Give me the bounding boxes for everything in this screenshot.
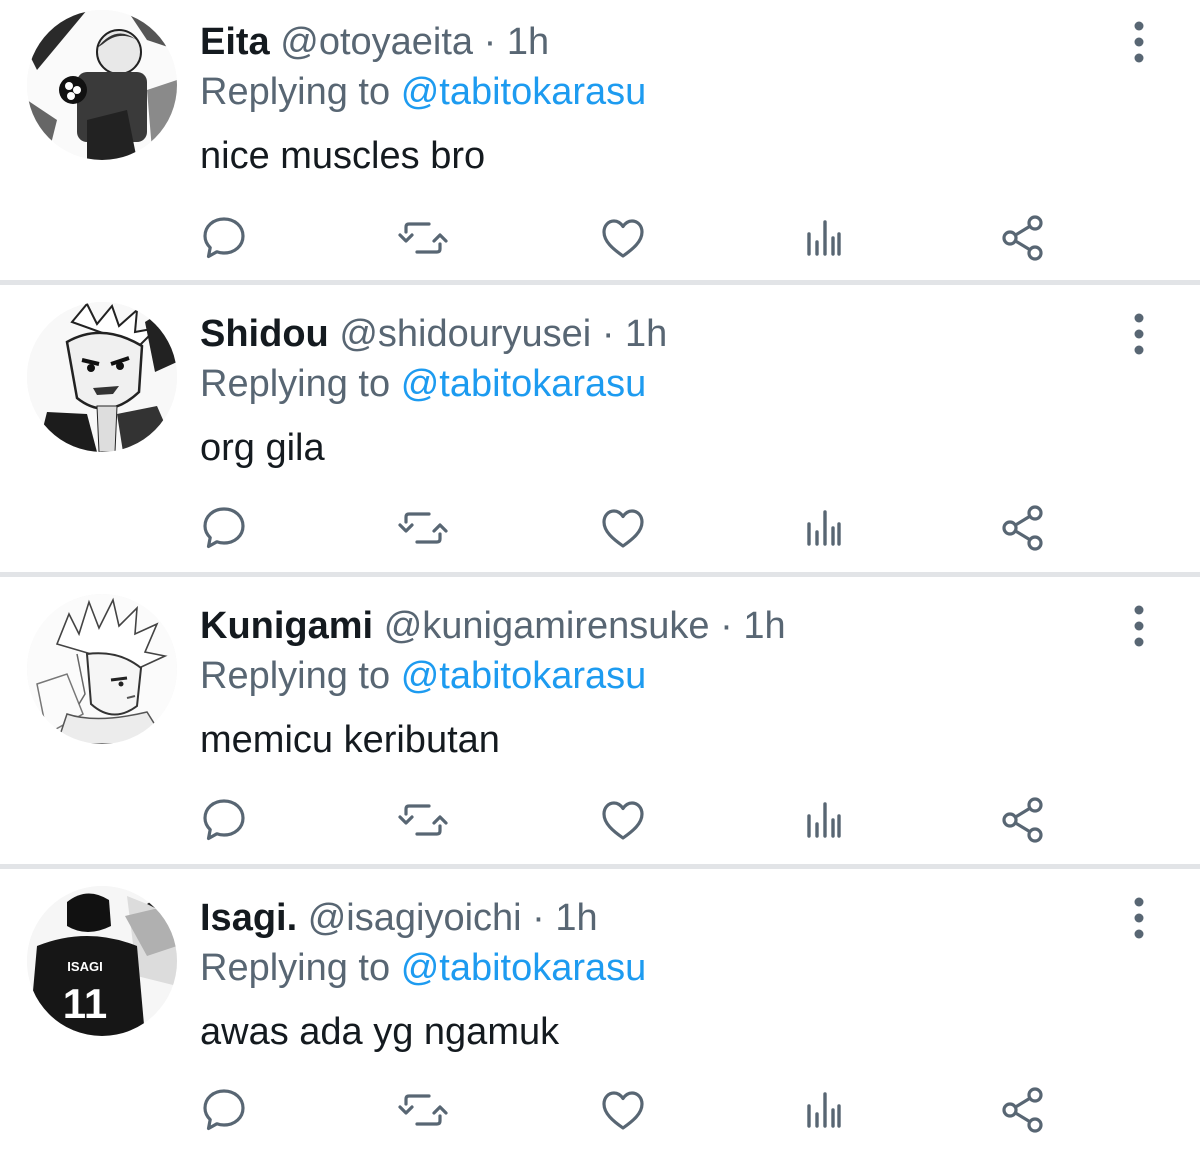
avatar-manga-illustration <box>27 10 177 160</box>
reply-button[interactable] <box>194 790 254 850</box>
more-options-button[interactable] <box>1124 17 1154 67</box>
reply-text: nice muscles bro <box>200 135 486 177</box>
retweet-button[interactable] <box>393 790 453 850</box>
views-button[interactable] <box>793 208 853 268</box>
bar-chart-icon <box>807 1092 841 1128</box>
replying-to-label: Replying to <box>200 71 391 113</box>
more-options-button[interactable] <box>1124 893 1154 943</box>
replying-to-label: Replying to <box>200 947 391 989</box>
mention-link[interactable]: @tabitokarasu <box>401 947 647 989</box>
retweet-button[interactable] <box>393 1080 453 1140</box>
more-options-button[interactable] <box>1124 309 1154 359</box>
reply-item[interactable]: Kunigami @kunigamirensuke · 1h Replying … <box>0 577 1200 864</box>
share-button[interactable] <box>993 498 1053 558</box>
more-options-button[interactable] <box>1124 601 1154 651</box>
display-name[interactable]: Isagi. <box>200 897 297 939</box>
timestamp[interactable]: 1h <box>625 313 667 355</box>
mention-link[interactable]: @tabitokarasu <box>401 71 647 113</box>
separator-dot: · <box>532 897 545 939</box>
reply-button[interactable] <box>194 1080 254 1140</box>
reply-item[interactable]: ISAGI 11 Isagi. @isagiyoichi · 1h Replyi… <box>0 869 1200 1151</box>
timestamp[interactable]: 1h <box>555 897 597 939</box>
reply-button[interactable] <box>194 498 254 558</box>
separator-dot: · <box>720 605 733 647</box>
reply-header: Shidou @shidouryusei · 1h <box>200 309 667 359</box>
reply-icon <box>203 217 245 259</box>
separator-dot: · <box>601 313 615 355</box>
more-vertical-icon <box>1134 313 1144 355</box>
share-button[interactable] <box>993 790 1053 850</box>
avatar-manga-illustration <box>27 594 177 744</box>
retweet-icon <box>398 804 448 836</box>
heart-icon <box>602 509 644 548</box>
user-handle[interactable]: @kunigamirensuke <box>384 605 710 647</box>
heart-icon <box>602 801 644 840</box>
replying-to-label: Replying to <box>200 363 391 405</box>
avatar[interactable] <box>27 302 177 452</box>
share-icon <box>1002 797 1043 843</box>
retweet-icon <box>398 222 448 254</box>
like-button[interactable] <box>593 498 653 558</box>
avatar-manga-illustration <box>27 302 177 452</box>
like-button[interactable] <box>593 1080 653 1140</box>
display-name[interactable]: Kunigami <box>200 605 373 647</box>
reply-text: org gila <box>200 427 325 469</box>
replying-to-line: Replying to @tabitokarasu <box>200 943 646 993</box>
more-vertical-icon <box>1134 605 1144 647</box>
avatar-jersey-number: 11 <box>63 980 107 1027</box>
views-button[interactable] <box>793 1080 853 1140</box>
timestamp[interactable]: 1h <box>743 605 785 647</box>
avatar[interactable] <box>27 594 177 744</box>
replying-to-line: Replying to @tabitokarasu <box>200 651 646 701</box>
retweet-icon <box>398 512 448 544</box>
more-vertical-icon <box>1134 897 1144 939</box>
avatar[interactable] <box>27 10 177 160</box>
like-button[interactable] <box>593 208 653 268</box>
bar-chart-icon <box>807 510 841 546</box>
reply-icon <box>203 507 245 549</box>
reply-header: Isagi. @isagiyoichi · 1h <box>200 893 598 943</box>
share-icon <box>1002 1087 1043 1133</box>
heart-icon <box>602 1091 644 1130</box>
share-button[interactable] <box>993 1080 1053 1140</box>
mention-link[interactable]: @tabitokarasu <box>401 655 647 697</box>
reply-button[interactable] <box>194 208 254 268</box>
replying-to-line: Replying to @tabitokarasu <box>200 359 646 409</box>
views-button[interactable] <box>793 790 853 850</box>
reply-text: awas ada yg ngamuk <box>200 1011 560 1053</box>
share-icon <box>1002 505 1043 551</box>
reply-header: Eita @otoyaeita · 1h <box>200 17 549 67</box>
user-handle[interactable]: @shidouryusei <box>339 313 591 355</box>
reply-header: Kunigami @kunigamirensuke · 1h <box>200 601 786 651</box>
more-vertical-icon <box>1134 21 1144 63</box>
avatar-manga-illustration: ISAGI 11 <box>27 886 177 1036</box>
replying-to-line: Replying to @tabitokarasu <box>200 67 646 117</box>
retweet-button[interactable] <box>393 498 453 558</box>
timestamp[interactable]: 1h <box>507 21 549 63</box>
reply-item[interactable]: Eita @otoyaeita · 1h Replying to @tabito… <box>0 0 1200 280</box>
share-button[interactable] <box>993 208 1053 268</box>
display-name[interactable]: Eita <box>200 21 270 63</box>
replying-to-label: Replying to <box>200 655 391 697</box>
heart-icon <box>602 219 644 258</box>
user-handle[interactable]: @isagiyoichi <box>308 897 522 939</box>
share-icon <box>1002 215 1043 261</box>
display-name[interactable]: Shidou <box>200 313 329 355</box>
reply-icon <box>203 799 245 841</box>
retweet-button[interactable] <box>393 208 453 268</box>
reply-feed: Eita @otoyaeita · 1h Replying to @tabito… <box>0 0 1200 1151</box>
separator-dot: · <box>483 21 497 63</box>
reply-item[interactable]: Shidou @shidouryusei · 1h Replying to @t… <box>0 285 1200 572</box>
bar-chart-icon <box>807 802 841 838</box>
reply-icon <box>203 1089 245 1131</box>
mention-link[interactable]: @tabitokarasu <box>401 363 647 405</box>
reply-text: memicu keributan <box>200 719 500 761</box>
avatar[interactable]: ISAGI 11 <box>27 886 177 1036</box>
bar-chart-icon <box>807 220 841 256</box>
user-handle[interactable]: @otoyaeita <box>280 21 473 63</box>
views-button[interactable] <box>793 498 853 558</box>
avatar-jersey-name: ISAGI <box>67 959 102 974</box>
like-button[interactable] <box>593 790 653 850</box>
retweet-icon <box>398 1094 448 1126</box>
